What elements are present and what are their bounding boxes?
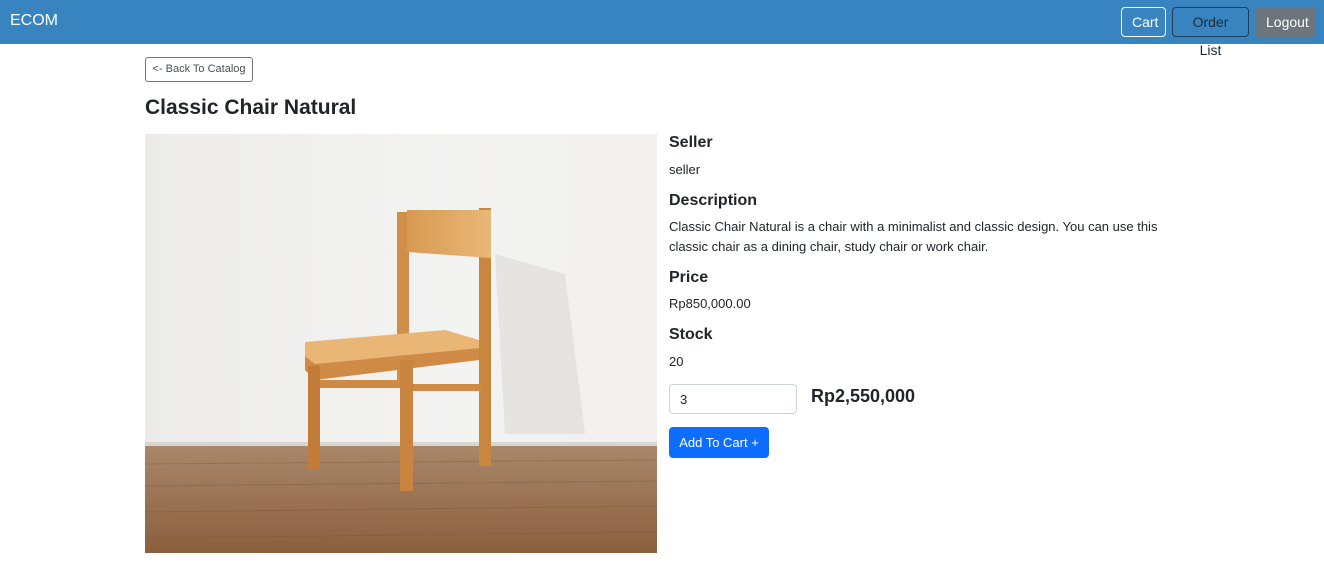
back-to-catalog-button[interactable]: <- Back To Catalog	[145, 57, 253, 82]
quantity-input[interactable]	[669, 384, 797, 414]
stock-value: 20	[669, 354, 684, 369]
seller-value: seller	[669, 162, 701, 177]
product-title: Classic Chair Natural	[145, 96, 357, 119]
add-to-cart-button[interactable]: Add To Cart +	[669, 427, 769, 458]
order-list-button[interactable]: Order List	[1172, 7, 1249, 58]
description-value: Classic Chair Natural is a chair with a …	[669, 219, 1158, 254]
stock-heading: Stock	[669, 326, 713, 343]
chair-photo-icon	[145, 134, 657, 553]
brand-link[interactable]: ECOM	[10, 12, 58, 30]
logout-button[interactable]: Logout	[1255, 7, 1316, 37]
product-image	[145, 134, 657, 553]
seller-heading: Seller	[669, 134, 713, 151]
total-price: Rp2,550,000	[811, 386, 916, 406]
price-value: Rp850,000.00	[669, 296, 751, 311]
navbar: ECOM Cart Order List Logout	[0, 0, 1324, 58]
cart-button[interactable]: Cart	[1121, 7, 1166, 37]
description-heading: Description	[669, 192, 758, 209]
price-heading: Price	[669, 269, 709, 286]
